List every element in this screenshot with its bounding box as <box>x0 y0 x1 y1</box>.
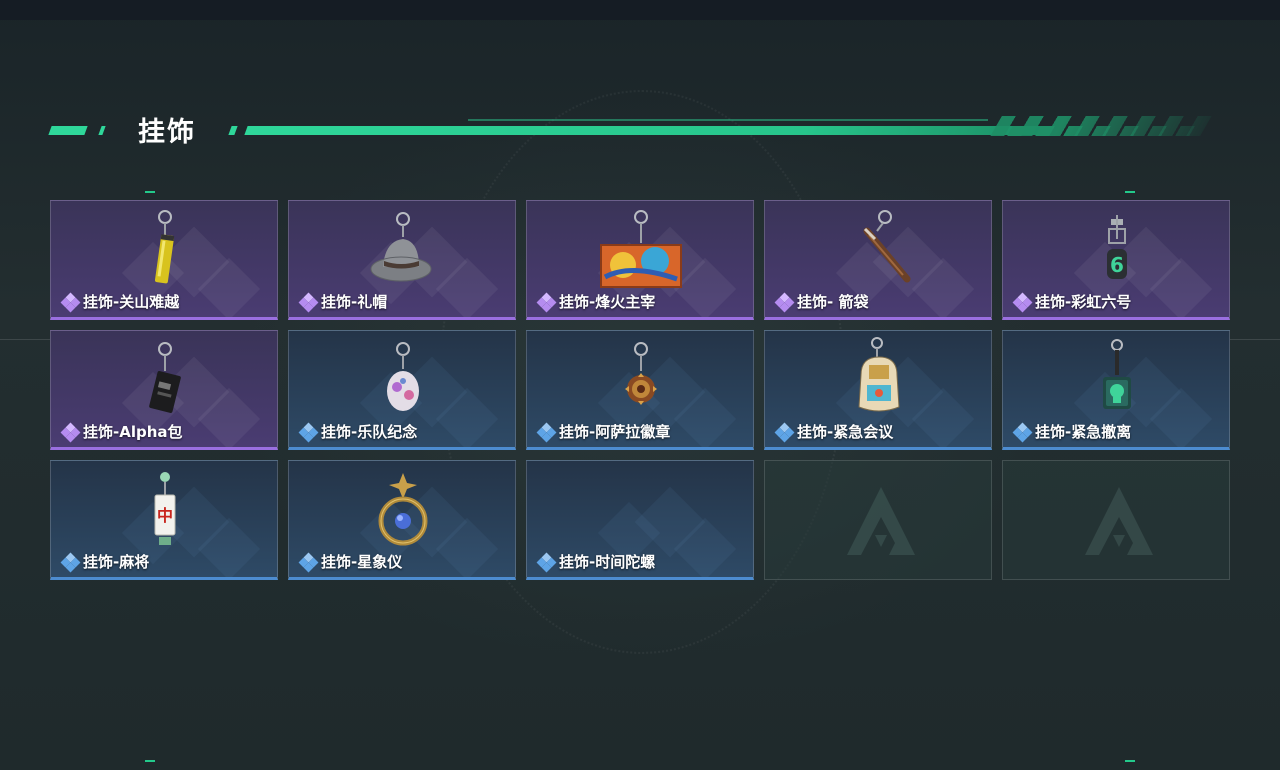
time-spinner-keychain-icon <box>591 465 691 549</box>
section-header: 挂饰 <box>48 108 1212 148</box>
header-accent-bar <box>98 126 106 135</box>
rarity-diamond-icon <box>536 552 557 572</box>
delta-logo-placeholder-icon <box>847 487 915 555</box>
header-accent-bar <box>228 126 238 135</box>
charm-card[interactable]: 挂饰-时间陀螺 <box>526 460 754 580</box>
charm-label: 挂饰-Alpha包 <box>60 421 183 442</box>
yellow-cylinder-keychain-icon <box>154 210 175 284</box>
charm-label: 挂饰-阿萨拉徽章 <box>536 421 671 442</box>
header-checker-pattern <box>993 126 1209 136</box>
charm-label: 挂饰-紧急会议 <box>774 421 894 442</box>
charm-card[interactable]: 挂饰-紧急撤离 <box>1002 330 1230 450</box>
charm-label: 挂饰-彩虹六号 <box>1012 291 1132 312</box>
mahjong-tile-keychain-icon: 中 <box>154 472 176 545</box>
charm-card[interactable]: 中 挂饰-麻将 <box>50 460 278 580</box>
rarity-diamond-icon <box>536 422 557 442</box>
charm-label: 挂饰-麻将 <box>60 551 150 572</box>
empty-charm-slot <box>764 460 992 580</box>
charm-name: 挂饰-阿萨拉徽章 <box>559 423 671 441</box>
charm-label: 挂饰-关山难越 <box>60 291 180 312</box>
rarity-diamond-icon <box>60 422 81 442</box>
emergency-evac-keychain-icon <box>1103 339 1131 409</box>
rarity-diamond-icon <box>1012 422 1033 442</box>
charm-name: 挂饰-麻将 <box>83 553 150 571</box>
emergency-meeting-keychain-icon <box>858 337 900 412</box>
rarity-diamond-icon <box>774 422 795 442</box>
header-thin-line <box>468 119 988 121</box>
header-long-bar <box>244 126 1048 135</box>
charm-label: 挂饰-烽火主宰 <box>536 291 656 312</box>
charm-card[interactable]: 挂饰-礼帽 <box>288 200 516 320</box>
charm-label: 挂饰-时间陀螺 <box>536 551 656 572</box>
charm-name: 挂饰-紧急撤离 <box>1035 423 1132 441</box>
charm-label: 挂饰-礼帽 <box>298 291 388 312</box>
band-badge-keychain-icon <box>387 342 419 411</box>
section-title: 挂饰 <box>138 117 196 148</box>
delta-logo-placeholder-icon <box>1085 487 1153 555</box>
charm-card[interactable]: 挂饰-烽火主宰 <box>526 200 754 320</box>
charm-name: 挂饰-星象仪 <box>321 553 403 571</box>
charm-card[interactable]: 挂饰-关山难越 <box>50 200 278 320</box>
charm-name: 挂饰-礼帽 <box>321 293 388 311</box>
charm-card[interactable]: 挂饰-星象仪 <box>288 460 516 580</box>
quiver-keychain-icon <box>863 210 911 283</box>
corner-mark <box>145 760 155 762</box>
rarity-diamond-icon <box>298 292 319 312</box>
charm-label: 挂饰-乐队纪念 <box>298 421 418 442</box>
rarity-diamond-icon <box>536 292 557 312</box>
charm-name: 挂饰-乐队纪念 <box>321 423 418 441</box>
rarity-diamond-icon <box>60 292 81 312</box>
corner-mark <box>1125 191 1135 193</box>
charm-name: 挂饰- 箭袋 <box>797 293 869 311</box>
fedora-hat-keychain-icon <box>370 212 432 282</box>
charm-card[interactable]: 挂饰-紧急会议 <box>764 330 992 450</box>
charm-name: 挂饰-彩虹六号 <box>1035 293 1132 311</box>
charm-name: 挂饰-时间陀螺 <box>559 553 656 571</box>
graffiti-plate-keychain-icon <box>600 210 682 288</box>
charm-collection-screen: 挂饰 挂饰-关山难越 挂饰-礼帽 挂饰-烽火主宰 挂饰- 箭袋 6 挂饰-彩虹六… <box>0 0 1280 770</box>
asala-emblem-keychain-icon <box>625 342 657 405</box>
charm-label: 挂饰-紧急撤离 <box>1012 421 1132 442</box>
top-bar <box>0 0 1280 20</box>
charm-label: 挂饰-星象仪 <box>298 551 403 572</box>
rarity-diamond-icon <box>298 552 319 572</box>
rarity-diamond-icon <box>1012 292 1033 312</box>
charm-name: 挂饰-Alpha包 <box>83 423 183 441</box>
svg-text:6: 6 <box>1110 253 1124 277</box>
svg-text:中: 中 <box>157 506 173 525</box>
charm-grid: 挂饰-关山难越 挂饰-礼帽 挂饰-烽火主宰 挂饰- 箭袋 6 挂饰-彩虹六号 挂… <box>50 200 1230 580</box>
alpha-bag-keychain-icon <box>149 342 181 413</box>
rainbow-six-keychain-icon: 6 <box>1107 215 1127 279</box>
charm-card[interactable]: 挂饰-Alpha包 <box>50 330 278 450</box>
charm-card[interactable]: 挂饰-乐队纪念 <box>288 330 516 450</box>
charm-card[interactable]: 挂饰- 箭袋 <box>764 200 992 320</box>
charm-name: 挂饰-烽火主宰 <box>559 293 656 311</box>
header-accent-bar <box>48 126 88 135</box>
empty-charm-slot <box>1002 460 1230 580</box>
charm-card[interactable]: 挂饰-阿萨拉徽章 <box>526 330 754 450</box>
corner-mark <box>145 191 155 193</box>
charm-name: 挂饰-关山难越 <box>83 293 180 311</box>
charm-name: 挂饰-紧急会议 <box>797 423 894 441</box>
charm-label: 挂饰- 箭袋 <box>774 291 869 312</box>
rarity-diamond-icon <box>774 292 795 312</box>
rarity-diamond-icon <box>298 422 319 442</box>
astrolabe-keychain-icon <box>378 473 428 546</box>
rarity-diamond-icon <box>60 552 81 572</box>
charm-card[interactable]: 6 挂饰-彩虹六号 <box>1002 200 1230 320</box>
corner-mark <box>1125 760 1135 762</box>
